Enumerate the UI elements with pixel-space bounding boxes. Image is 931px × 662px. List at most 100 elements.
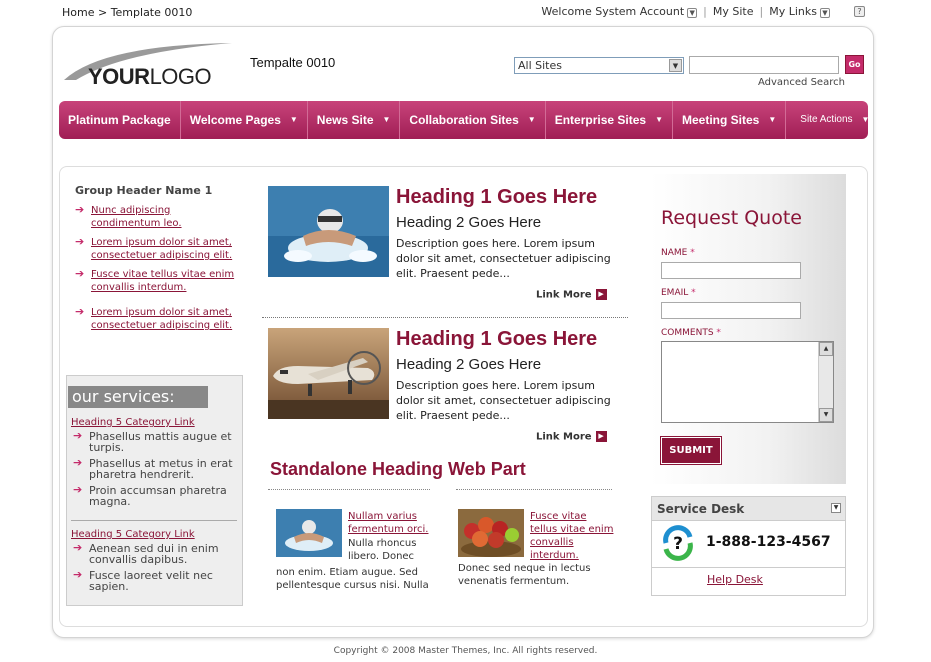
nav-item-enterprise-sites[interactable]: Enterprise Sites ▼ bbox=[546, 101, 673, 139]
textarea-scrollbar[interactable]: ▲ ▼ bbox=[818, 342, 833, 422]
logo-text: YOURLOGO bbox=[88, 64, 212, 90]
welcome-label: Welcome System Account bbox=[541, 5, 685, 18]
email-field[interactable] bbox=[661, 302, 801, 319]
nav-label: News Site bbox=[316, 113, 374, 127]
nav-item-meeting-sites[interactable]: Meeting Sites ▼ bbox=[673, 101, 787, 139]
logo-normal: LOGO bbox=[149, 64, 212, 89]
site-logo[interactable]: YOURLOGO bbox=[62, 40, 232, 90]
request-quote-title: Request Quote bbox=[661, 207, 802, 229]
scroll-up-icon[interactable]: ▲ bbox=[819, 342, 833, 356]
nav-item-site-actions[interactable]: Site Actions ▼ bbox=[786, 101, 878, 139]
chevron-down-icon: ▼ bbox=[687, 8, 698, 18]
svg-text:?: ? bbox=[673, 534, 683, 554]
required-mark: * bbox=[691, 288, 696, 298]
service-desk-panel: Service Desk ▼ ? 1-888-123-4567 Help Des… bbox=[651, 496, 846, 596]
email-label: EMAIL * bbox=[661, 288, 696, 298]
nav-item-welcome-pages[interactable]: Welcome Pages ▼ bbox=[181, 101, 308, 139]
swimmer-photo[interactable] bbox=[268, 186, 389, 277]
list-item: ➔ Fusce laoreet velit nec sapien. bbox=[71, 568, 237, 592]
standalone-text: Donec sed neque in lectus venenatis ferm… bbox=[458, 563, 591, 587]
article-description: Description goes here. Lorem ipsum dolor… bbox=[396, 237, 611, 280]
comments-textarea[interactable]: ▲ ▼ bbox=[661, 341, 834, 423]
required-mark: * bbox=[716, 328, 721, 338]
list-item: ➔ Lorem ipsum dolor sit amet, consectetue… bbox=[73, 305, 238, 332]
submit-button[interactable]: SUBMIT bbox=[660, 436, 722, 465]
nav-item-platinum-package[interactable]: Platinum Package bbox=[59, 101, 181, 139]
caret-down-icon: ▼ bbox=[768, 115, 777, 124]
group-link[interactable]: Fusce vitae tellus vitae enim convallis … bbox=[91, 269, 234, 293]
help-desk-link[interactable]: Help Desk bbox=[707, 573, 763, 586]
standalone-text: non enim. Etiam augue. Sed pellentesque … bbox=[276, 567, 429, 591]
divider bbox=[268, 489, 430, 490]
arrow-right-icon: ▶ bbox=[595, 431, 607, 442]
name-label-text: NAME bbox=[661, 248, 688, 258]
arrow-right-icon: ▶ bbox=[595, 289, 607, 300]
separator: | bbox=[759, 5, 764, 18]
arrow-right-icon: ➔ bbox=[73, 568, 83, 581]
service-text: Aenean sed dui in enim convallis dapibus… bbox=[89, 542, 219, 566]
article-description: Description goes here. Lorem ipsum dolor… bbox=[396, 379, 611, 422]
chevron-down-icon[interactable]: ▼ bbox=[831, 503, 841, 513]
nav-label: Welcome Pages bbox=[189, 113, 281, 127]
category-link[interactable]: Heading 5 Category Link bbox=[71, 417, 237, 428]
arrow-right-icon: ➔ bbox=[75, 203, 85, 216]
category-link[interactable]: Heading 5 Category Link bbox=[71, 529, 237, 540]
list-item: ➔ Nunc adipiscing condimentum leo. bbox=[73, 203, 238, 230]
my-links-menu[interactable]: My Links ▼ bbox=[769, 5, 830, 18]
nav-item-collaboration-sites[interactable]: Collaboration Sites ▼ bbox=[400, 101, 546, 139]
email-label-text: EMAIL bbox=[661, 288, 689, 298]
group-link[interactable]: Nunc adipiscing condimentum leo. bbox=[91, 205, 182, 229]
arrow-right-icon: ➔ bbox=[73, 456, 83, 469]
caret-down-icon: ▼ bbox=[289, 115, 298, 124]
nav-label: Platinum Package bbox=[68, 113, 171, 127]
list-item: ➔ Lorem ipsum dolor sit amet, consectetue… bbox=[73, 235, 238, 262]
arrow-right-icon: ➔ bbox=[75, 235, 85, 248]
apples-thumbnail[interactable] bbox=[458, 509, 524, 557]
link-more[interactable]: Link More ▶ bbox=[536, 289, 607, 301]
name-label: NAME * bbox=[661, 248, 695, 258]
search-go-button[interactable]: Go bbox=[845, 55, 864, 74]
standalone-text: Nulla rhoncus libero. Donec bbox=[348, 538, 417, 562]
search-scope-select[interactable]: All Sites ▼ bbox=[514, 57, 684, 74]
top-links: Welcome System Account ▼ | My Site | My L… bbox=[541, 5, 865, 18]
list-item: ➔ Aenean sed dui in enim convallis dapibu… bbox=[71, 541, 237, 566]
nav-label: Meeting Sites bbox=[682, 113, 760, 127]
standalone-link[interactable]: Nullam varius fermentum orci. bbox=[348, 510, 434, 536]
service-block: Heading 5 Category Link ➔ Phasellus matti… bbox=[71, 417, 237, 512]
chevron-down-icon: ▼ bbox=[820, 8, 830, 18]
chevron-down-icon: ▼ bbox=[669, 59, 682, 72]
link-more[interactable]: Link More ▶ bbox=[536, 431, 607, 443]
service-text: Phasellus at metus in erat pharetra hend… bbox=[89, 457, 233, 481]
article-heading-1: Heading 1 Goes Here bbox=[396, 328, 598, 350]
name-field[interactable] bbox=[661, 262, 801, 279]
group-link[interactable]: Lorem ipsum dolor sit amet, consectetuer… bbox=[91, 307, 232, 331]
arrow-right-icon: ➔ bbox=[73, 541, 83, 554]
caret-down-icon: ▼ bbox=[655, 115, 663, 124]
list-item: ➔ Phasellus at metus in erat pharetra hen… bbox=[71, 456, 237, 481]
my-links-label: My Links bbox=[769, 5, 817, 18]
top-navigation: Platinum Package Welcome Pages ▼ News Sit… bbox=[59, 101, 869, 139]
breadcrumb[interactable]: Home > Template 0010 bbox=[62, 6, 192, 19]
standalone-item: Nullam varius fermentum orci. Nulla rhon… bbox=[276, 509, 436, 599]
required-mark: * bbox=[690, 248, 695, 258]
service-text: Phasellus mattis augue et turpis. bbox=[89, 430, 232, 454]
airplane-photo[interactable] bbox=[268, 328, 389, 419]
service-block: Heading 5 Category Link ➔ Aenean sed dui … bbox=[71, 529, 237, 597]
services-title: our services: bbox=[68, 386, 208, 408]
search-input[interactable] bbox=[689, 56, 839, 74]
welcome-menu[interactable]: Welcome System Account ▼ bbox=[541, 5, 698, 18]
swimmer-thumbnail[interactable] bbox=[276, 509, 342, 557]
link-more-label: Link More bbox=[536, 431, 592, 443]
help-icon[interactable]: ? bbox=[854, 6, 865, 17]
group-link[interactable]: Lorem ipsum dolor sit amet, consectetuer… bbox=[91, 237, 232, 261]
scroll-down-icon[interactable]: ▼ bbox=[819, 408, 833, 422]
my-site-link[interactable]: My Site bbox=[713, 5, 754, 18]
caret-down-icon: ▼ bbox=[527, 115, 536, 124]
service-desk-phone: 1-888-123-4567 bbox=[706, 534, 831, 550]
arrow-right-icon: ➔ bbox=[75, 305, 85, 318]
group-header: Group Header Name 1 bbox=[75, 184, 213, 197]
caret-down-icon: ▼ bbox=[861, 115, 870, 124]
nav-item-news-site[interactable]: News Site ▼ bbox=[308, 101, 401, 139]
advanced-search-link[interactable]: Advanced Search bbox=[758, 77, 845, 88]
standalone-link[interactable]: Fusce vitae tellus vitae enim convallis … bbox=[530, 510, 616, 562]
